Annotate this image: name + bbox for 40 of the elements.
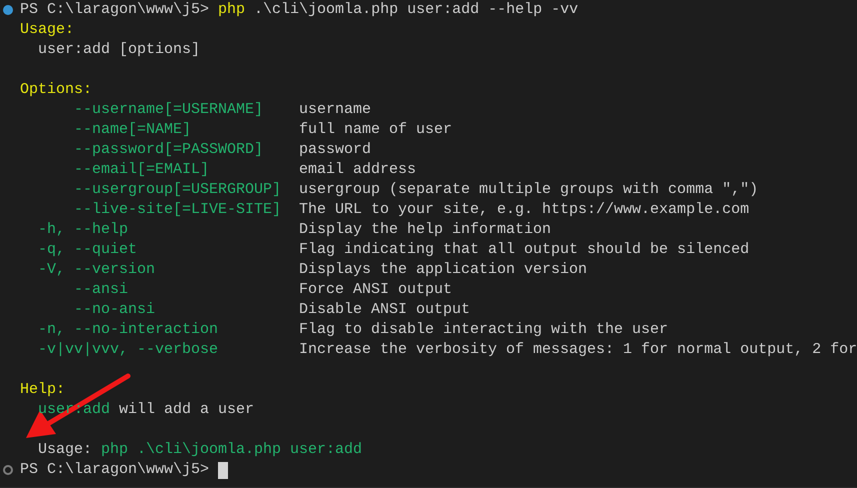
text-cursor (218, 462, 228, 478)
prompt-text: PS C:\laragon\www\j5> (20, 0, 210, 20)
command-name: php (218, 0, 246, 20)
option-name: --ansi (74, 280, 128, 300)
usage-text: user:add [options] (38, 40, 200, 60)
option-description: password (299, 140, 372, 160)
option-description: Force ANSI output (299, 280, 452, 300)
option-name: --live-site[=LIVE-SITE] (74, 200, 282, 220)
section-heading: Help: (20, 380, 66, 400)
option-name: --email[=EMAIL] (74, 160, 210, 180)
option-name: -V, --version (38, 260, 156, 280)
option-name: --usergroup[=USERGROUP] (74, 180, 282, 200)
option-name: -n, --no-interaction (38, 320, 218, 340)
option-description: The URL to your site, e.g. https://www.example.com (299, 200, 750, 220)
option-name: -q, --quiet (38, 240, 138, 260)
section-heading: Options: (20, 80, 92, 100)
option-description: full name of user (299, 120, 452, 140)
option-name: -v|vv|vvv, --verbose (38, 340, 218, 360)
option-name: -h, --help (38, 220, 128, 240)
option-name: --name[=NAME] (74, 120, 192, 140)
option-name: --no-ansi (74, 300, 156, 320)
option-description: email address (299, 160, 416, 180)
section-heading: Usage: (20, 20, 74, 40)
option-description: Display the help information (299, 220, 552, 240)
command-status-icon[interactable] (3, 465, 13, 475)
option-description: username (299, 100, 372, 120)
command-status-icon[interactable] (3, 5, 13, 15)
option-description: Displays the application version (299, 260, 588, 280)
command-arguments: .\cli\joomla.php user:add --help -vv (254, 0, 578, 20)
help-text: will add a user (119, 400, 254, 420)
option-description: Flag indicating that all output should be silenced (299, 240, 750, 260)
usage-command: php .\cli\joomla.php user:add (101, 440, 362, 460)
option-name: --username[=USERNAME] (74, 100, 264, 120)
prompt-text: PS C:\laragon\www\j5> (20, 460, 210, 480)
option-description: Disable ANSI output (299, 300, 470, 320)
option-name: --password[=PASSWORD] (74, 140, 264, 160)
usage-label: Usage: (38, 440, 92, 460)
option-description: Increase the verbosity of messages: 1 for normal output, 2 for (299, 340, 857, 360)
option-description: Flag to disable interacting with the user (299, 320, 668, 340)
option-description: usergroup (separate multiple groups with comma ",") (299, 180, 758, 200)
